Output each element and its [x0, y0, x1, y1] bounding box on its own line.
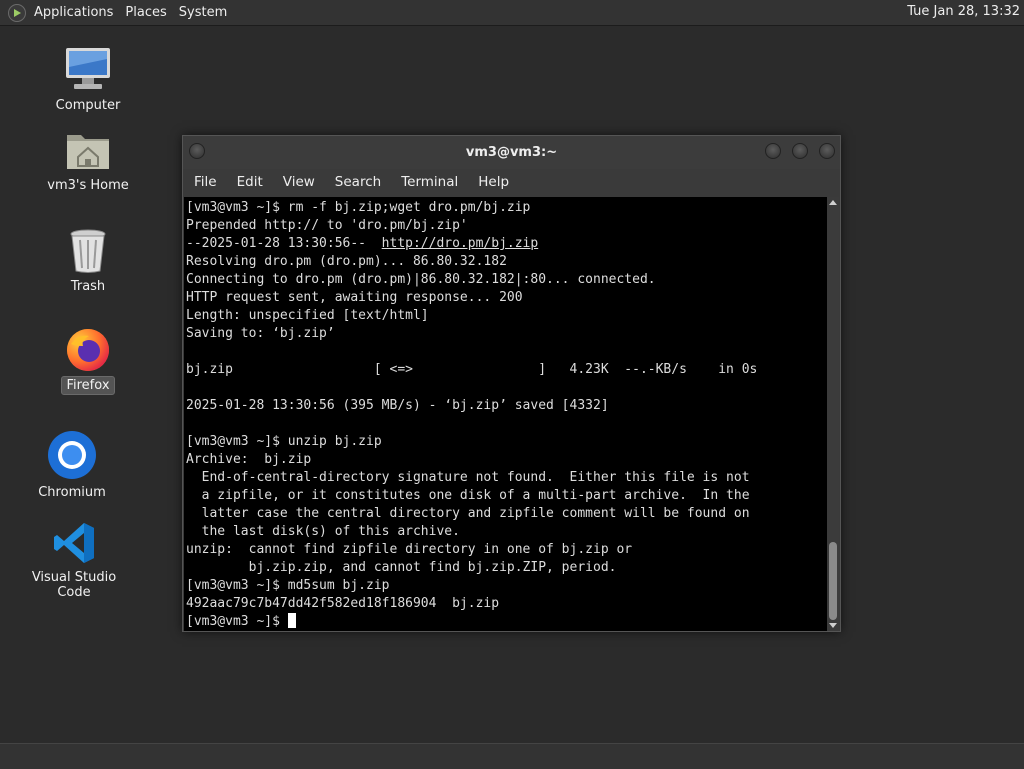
computer-icon [66, 48, 110, 89]
terminal-line: Saving to: ‘bj.zip’ [186, 326, 335, 341]
desktop-label-firefox: Firefox [61, 376, 115, 395]
terminal-line: bj.zip.zip, and cannot find bj.zip.ZIP, … [186, 560, 617, 575]
top-panel: Applications Places System Tue Jan 28, 1… [0, 0, 1024, 26]
desktop-label-computer: Computer [55, 98, 121, 113]
terminal-line: 492aac79c7b47dd42f582ed18f186904 bj.zip [186, 596, 500, 611]
menu-terminal[interactable]: Terminal [391, 174, 468, 190]
window-menu-button[interactable] [189, 143, 205, 159]
menu-view[interactable]: View [273, 174, 325, 190]
terminal-line: Archive: bj.zip [186, 452, 312, 467]
terminal-window[interactable]: vm3@vm3:~ File Edit View Search Terminal… [182, 135, 841, 632]
terminal-line: Length: unspecified [text/html] [186, 308, 429, 323]
scroll-down-icon[interactable] [829, 623, 837, 628]
desktop-icon-computer[interactable]: Computer [33, 45, 143, 114]
desktop-label-vscode: Visual Studio Code [31, 570, 117, 600]
applications-menu-icon[interactable] [8, 3, 26, 22]
scrollbar-thumb[interactable] [829, 542, 837, 620]
terminal-line: [vm3@vm3 ~]$ unzip bj.zip [186, 434, 382, 449]
minimize-button[interactable] [765, 143, 781, 159]
terminal-line: the last disk(s) of this archive. [186, 524, 460, 539]
window-title: vm3@vm3:~ [465, 145, 558, 160]
terminal-cursor [287, 613, 296, 628]
desktop-icon-trash[interactable]: Trash [33, 228, 143, 295]
vscode-icon [54, 523, 94, 563]
desktop-label-chromium: Chromium [38, 485, 106, 500]
desktop-icon-firefox[interactable]: Firefox [33, 326, 143, 395]
window-menubar: File Edit View Search Terminal Help [183, 169, 840, 195]
desktop-icon-chromium[interactable]: Chromium [17, 430, 127, 501]
terminal-line: --2025-01-28 13:30:56-- http://dro.pm/bj… [186, 236, 539, 251]
terminal-line: 2025-01-28 13:30:56 (395 MB/s) - ‘bj.zip… [186, 398, 609, 413]
terminal-line: Prepended http:// to 'dro.pm/bj.zip' [186, 218, 468, 233]
terminal-output[interactable]: [vm3@vm3 ~]$ rm -f bj.zip;wget dro.pm/bj… [184, 197, 827, 631]
terminal-line: HTTP request sent, awaiting response... … [186, 290, 523, 305]
desktop-label-trash: Trash [70, 279, 106, 294]
terminal-scrollbar[interactable] [827, 197, 839, 631]
window-titlebar[interactable]: vm3@vm3:~ [183, 136, 840, 169]
terminal-line: [vm3@vm3 ~]$ rm -f bj.zip;wget dro.pm/bj… [186, 200, 531, 215]
scroll-up-icon[interactable] [829, 200, 837, 205]
close-button[interactable] [819, 143, 835, 159]
home-folder-icon [67, 135, 109, 169]
clock[interactable]: Tue Jan 28, 13:32 [907, 4, 1020, 19]
terminal-text: [vm3@vm3 ~]$ rm -f bj.zip;wget dro.pm/bj… [184, 197, 827, 631]
terminal-line: Connecting to dro.pm (dro.pm)|86.80.32.1… [186, 272, 656, 287]
menu-help[interactable]: Help [468, 174, 519, 190]
chromium-icon [48, 431, 96, 479]
trash-icon [70, 229, 106, 273]
menu-edit[interactable]: Edit [227, 174, 273, 190]
terminal-line: unzip: cannot find zipfile directory in … [186, 542, 633, 557]
firefox-icon [67, 329, 109, 371]
bottom-panel [0, 743, 1024, 769]
desktop-label-home: vm3's Home [47, 178, 129, 193]
terminal-line: [vm3@vm3 ~]$ [186, 613, 827, 631]
applications-menu[interactable]: Applications [30, 5, 121, 20]
terminal-line: End-of-central-directory signature not f… [186, 470, 750, 485]
terminal-line: bj.zip [ <=> ] 4.23K --.-KB/s in 0s [186, 362, 758, 377]
maximize-button[interactable] [792, 143, 808, 159]
terminal-url-link[interactable]: http://dro.pm/bj.zip [382, 236, 539, 251]
terminal-line: Resolving dro.pm (dro.pm)... 86.80.32.18… [186, 254, 507, 269]
terminal-line: [vm3@vm3 ~]$ md5sum bj.zip [186, 578, 390, 593]
terminal-line: latter case the central directory and zi… [186, 506, 750, 521]
menu-file[interactable]: File [183, 174, 227, 190]
places-menu[interactable]: Places [121, 5, 174, 20]
desktop-icon-home[interactable]: vm3's Home [33, 127, 143, 194]
desktop-icon-vscode[interactable]: Visual Studio Code [19, 521, 129, 601]
system-menu[interactable]: System [175, 5, 235, 20]
menu-search[interactable]: Search [325, 174, 391, 190]
terminal-line: a zipfile, or it constitutes one disk of… [186, 488, 750, 503]
